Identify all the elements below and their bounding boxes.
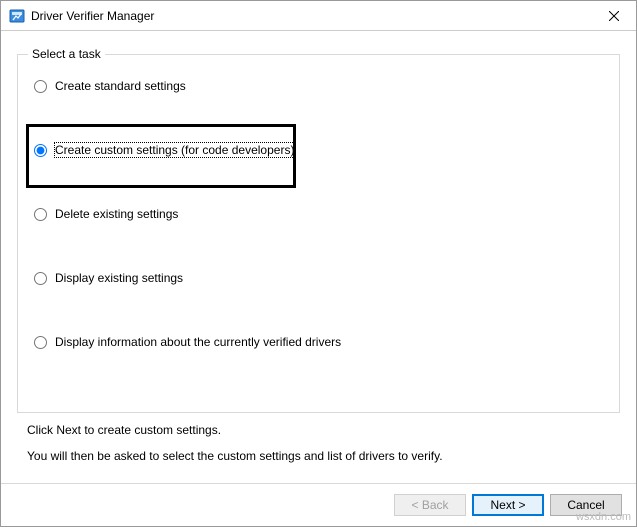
- dialog-window: Driver Verifier Manager Select a task Cr…: [0, 0, 637, 527]
- label-create-custom: Create custom settings (for code develop…: [55, 143, 294, 157]
- button-bar: < Back Next > Cancel: [1, 483, 636, 526]
- task-group: Select a task Create standard settings C…: [17, 47, 620, 413]
- cancel-button[interactable]: Cancel: [550, 494, 622, 516]
- option-display-existing[interactable]: Display existing settings: [34, 271, 609, 285]
- group-legend: Select a task: [28, 47, 105, 61]
- back-button[interactable]: < Back: [394, 494, 466, 516]
- radio-create-standard[interactable]: [34, 80, 47, 93]
- radio-display-info[interactable]: [34, 336, 47, 349]
- radio-display-existing[interactable]: [34, 272, 47, 285]
- radio-create-custom[interactable]: [34, 144, 47, 157]
- option-create-standard[interactable]: Create standard settings: [34, 79, 609, 93]
- titlebar: Driver Verifier Manager: [1, 1, 636, 31]
- hint-line1: Click Next to create custom settings.: [27, 423, 620, 437]
- content-area: Select a task Create standard settings C…: [1, 31, 636, 483]
- label-delete-existing: Delete existing settings: [55, 207, 178, 221]
- radio-delete-existing[interactable]: [34, 208, 47, 221]
- app-icon: [9, 8, 25, 24]
- next-button[interactable]: Next >: [472, 494, 544, 516]
- option-create-custom[interactable]: Create custom settings (for code develop…: [34, 143, 609, 157]
- option-delete-existing[interactable]: Delete existing settings: [34, 207, 609, 221]
- hint-line2: You will then be asked to select the cus…: [27, 449, 620, 463]
- window-title: Driver Verifier Manager: [31, 9, 591, 23]
- close-icon: [609, 11, 619, 21]
- label-display-existing: Display existing settings: [55, 271, 183, 285]
- option-display-info[interactable]: Display information about the currently …: [34, 335, 609, 349]
- close-button[interactable]: [591, 1, 636, 30]
- label-display-info: Display information about the currently …: [55, 335, 341, 349]
- label-create-standard: Create standard settings: [55, 79, 186, 93]
